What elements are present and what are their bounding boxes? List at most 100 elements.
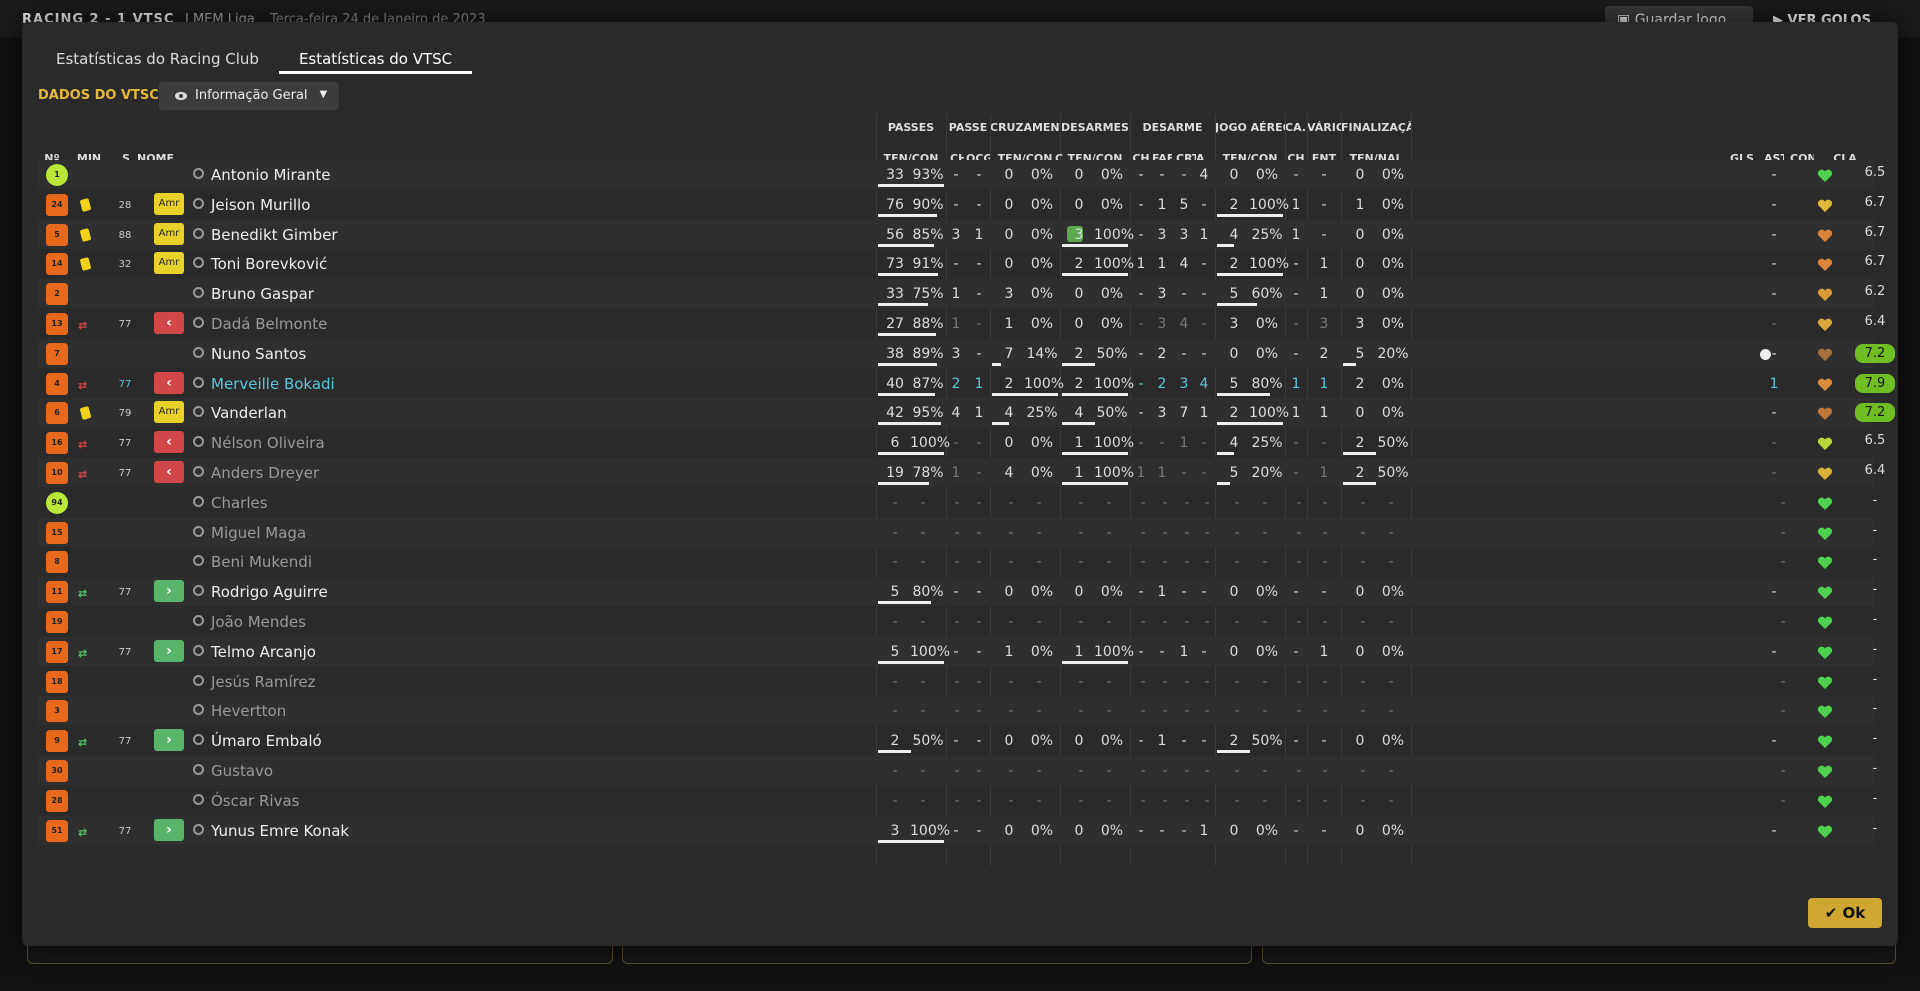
player-rating: 6.7 — [1864, 254, 1886, 270]
key-passes: 1 — [951, 465, 961, 481]
disarm-crt: - — [1181, 584, 1187, 601]
table-row[interactable]: 30 Gustavo - - - - - - - - - - - - - - - - - - - - — [38, 756, 1877, 785]
table-row[interactable]: 7 Nuno Santos 38 89% 3-7 14% 2 50% -2- -0 0% -2 5 20%… — [38, 338, 1895, 368]
group-header: JOGO AÉREO — [1215, 121, 1285, 134]
player-name[interactable]: Vanderlan — [211, 404, 287, 422]
tackles-attempted: 1 — [1074, 643, 1084, 660]
player-name[interactable]: Merveille Bokadi — [211, 375, 335, 393]
disarm-crt: 3 — [1179, 375, 1189, 392]
table-row[interactable]: 4 ⇄ 77 ‹ Merveille Bokadi 40 87% 2 1 2 100% 2 100% -2… — [38, 369, 1895, 398]
table-row[interactable]: 14 32 Amr Toni Borevković 73 91% - -0 0% 2 100% 1 1 4… — [38, 249, 1885, 278]
empty-cell: - — [1234, 673, 1240, 690]
player-name[interactable]: Dadá Belmonte — [211, 315, 327, 333]
shots: 0 — [1355, 256, 1365, 273]
player-name[interactable]: Hevertton — [211, 702, 286, 720]
tackles-attempted: 2 — [1074, 345, 1084, 362]
player-name[interactable]: Antonio Mirante — [211, 166, 331, 184]
player-name[interactable]: Rodrigo Aguirre — [211, 583, 328, 601]
empty-cell: - — [1262, 673, 1268, 690]
ok-button[interactable]: ✔ Ok — [1808, 898, 1882, 928]
table-row[interactable]: 11 ⇄ 77 › Rodrigo Aguirre 5 80% - -0 0% 0 0% -1- -0 0%… — [38, 577, 1877, 607]
player-name[interactable]: Jesús Ramírez — [211, 673, 316, 691]
empty-cell: - — [1780, 792, 1786, 809]
table-row[interactable]: 6 79 Amr Vanderlan 42 95% 4 1 4 25% 4 50% -3 7 1 2 100% 1… — [38, 398, 1895, 428]
success-bar — [1062, 362, 1095, 366]
empty-cell: - — [1234, 614, 1240, 630]
disarm-ch: - — [1138, 167, 1144, 183]
tackles-won-pct: 100% — [1094, 226, 1135, 243]
player-name[interactable]: Yunus Emre Konak — [211, 822, 349, 840]
player-name[interactable]: Nélson Oliveira — [211, 434, 325, 452]
table-row[interactable]: 94 Charles - - - - - - - - - - - - - - - - - - - - — [38, 488, 1877, 517]
empty-cell: - — [1780, 703, 1786, 720]
crosses-attempted: 4 — [1004, 465, 1014, 481]
player-name[interactable]: Beni Mukendi — [211, 553, 312, 571]
table-row[interactable]: 17 ⇄ 77 › Telmo Arcanjo 5 100% - -1 0% 1 100% - -1-0 0… — [38, 636, 1877, 666]
table-row[interactable]: 19 João Mendes - - - - - - - - - - - - - - - - - - - - — [38, 607, 1877, 636]
player-name[interactable]: Telmo Arcanjo — [211, 643, 316, 661]
empty-cell: - — [1036, 673, 1042, 690]
ca-ch: 1 — [1291, 196, 1301, 213]
success-bar — [878, 213, 938, 217]
player-name[interactable]: Anders Dreyer — [211, 464, 319, 482]
assists: 1 — [1769, 375, 1779, 392]
player-name[interactable]: João Mendes — [211, 613, 306, 631]
table-row[interactable]: 15 Miguel Maga - - - - - - - - - - - - - - - - - - - - — [38, 517, 1877, 547]
empty-cell: - — [954, 673, 960, 690]
headers-attempted: 2 — [1229, 196, 1239, 213]
player-name[interactable]: Nuno Santos — [211, 345, 306, 363]
player-name[interactable]: Úmaro Embaló — [211, 732, 322, 750]
fouls: 1 — [1319, 465, 1329, 481]
tab-vtsc[interactable]: Estatísticas do VTSC — [278, 44, 473, 74]
table-row[interactable]: 8 Beni Mukendi - - - - - - - - - - - - - - - - - - - - — [38, 547, 1877, 576]
player-name[interactable]: Miguel Maga — [211, 524, 306, 542]
group-header: VÁRIOS — [1307, 121, 1341, 134]
condition-heart-icon — [1817, 198, 1833, 212]
headers-won-pct: 20% — [1251, 465, 1283, 481]
table-row[interactable]: 28 Óscar Rivas - - - - - - - - - - - - - - - - - - - - — [38, 786, 1877, 815]
condition-heart-icon — [1817, 794, 1833, 808]
empty-cell: - — [1234, 792, 1240, 809]
tab-racing-club[interactable]: Estatísticas do Racing Club — [36, 44, 279, 74]
player-name[interactable]: Toni Borevković — [211, 255, 327, 273]
player-rating: 7.2 — [1855, 343, 1895, 363]
view-dropdown[interactable]: Informação Geral ▼ — [159, 82, 339, 110]
success-bar — [1062, 273, 1128, 277]
table-row[interactable]: 5 88 Amr Benedikt Gimber 56 85% 3 1 0 0% 3 100% -3 3 1… — [38, 219, 1885, 249]
table-row[interactable]: 3 Hevertton - - - - - - - - - - - - - - - - - - - - — [38, 696, 1877, 726]
passes-completed-pct: 85% — [912, 226, 944, 243]
disarm-ch: - — [1138, 375, 1144, 392]
empty-cell: - — [1204, 763, 1210, 779]
yellow-card-badge: Amr — [154, 222, 184, 245]
success-bar — [878, 273, 939, 277]
empty-cell: - — [1296, 524, 1302, 541]
player-name[interactable]: Jeison Murillo — [211, 196, 310, 214]
player-name[interactable]: Gustavo — [211, 762, 273, 780]
player-name[interactable]: Benedikt Gimber — [211, 226, 338, 244]
table-row[interactable]: 13 ⇄ 77 ‹ Dadá Belmonte 27 88% 1-1 0% 0 0% -3 4-3 0% -… — [38, 309, 1885, 338]
tackles-won-pct: 0% — [1100, 286, 1124, 303]
table-row[interactable]: 18 Jesús Ramírez - - - - - - - - - - - - - - - - - - - - — [38, 667, 1877, 696]
table-row[interactable]: 2 Bruno Gaspar 33 75% 1-3 0% 0 0% -3- -5 60% -1 0 0% -… — [38, 279, 1885, 309]
empty-cell: - — [976, 763, 982, 779]
crosses-attempted: 0 — [1004, 196, 1014, 213]
player-name[interactable]: Bruno Gaspar — [211, 285, 314, 303]
table-row[interactable]: 1 Antonio Mirante 33 93% - -0 0% 0 0% - - -4 0 0% - -0 0… — [38, 160, 1885, 189]
disarm-faf: 1 — [1157, 196, 1167, 213]
table-row[interactable]: 24 28 Amr Jeison Murillo 76 90% - -0 0% 0 0% -1 5-2 1… — [38, 190, 1885, 219]
empty-cell: - — [1262, 614, 1268, 630]
disarm-ch: - — [1138, 435, 1144, 452]
table-row[interactable]: 9 ⇄ 77 › Úmaro Embaló 2 50% - -0 0% 0 0% -1- -2 50% - -0… — [38, 726, 1877, 755]
assists: - — [1771, 465, 1777, 481]
player-name[interactable]: Óscar Rivas — [211, 792, 299, 810]
passes-attempted: 6 — [890, 435, 900, 452]
table-row[interactable]: 16 ⇄ 77 ‹ Nélson Oliveira 6 100% - -0 0% 1 100% - -1-… — [38, 428, 1885, 457]
table-row[interactable]: 10 ⇄ 77 ‹ Anders Dreyer 19 78% 1-4 0% 1 100% 1 1- -5 2… — [38, 458, 1885, 487]
player-name[interactable]: Charles — [211, 494, 268, 512]
shots: 0 — [1355, 643, 1365, 660]
table-row[interactable]: 51 ⇄ 77 › Yunus Emre Konak 3 100% - -0 0% 0 0% - - -1 0… — [38, 815, 1877, 845]
disarm-crt: - — [1181, 286, 1187, 303]
subbed-on-chevron-right-icon: › — [154, 580, 184, 603]
empty-cell: - — [1162, 524, 1168, 541]
key-passes: - — [953, 435, 959, 452]
